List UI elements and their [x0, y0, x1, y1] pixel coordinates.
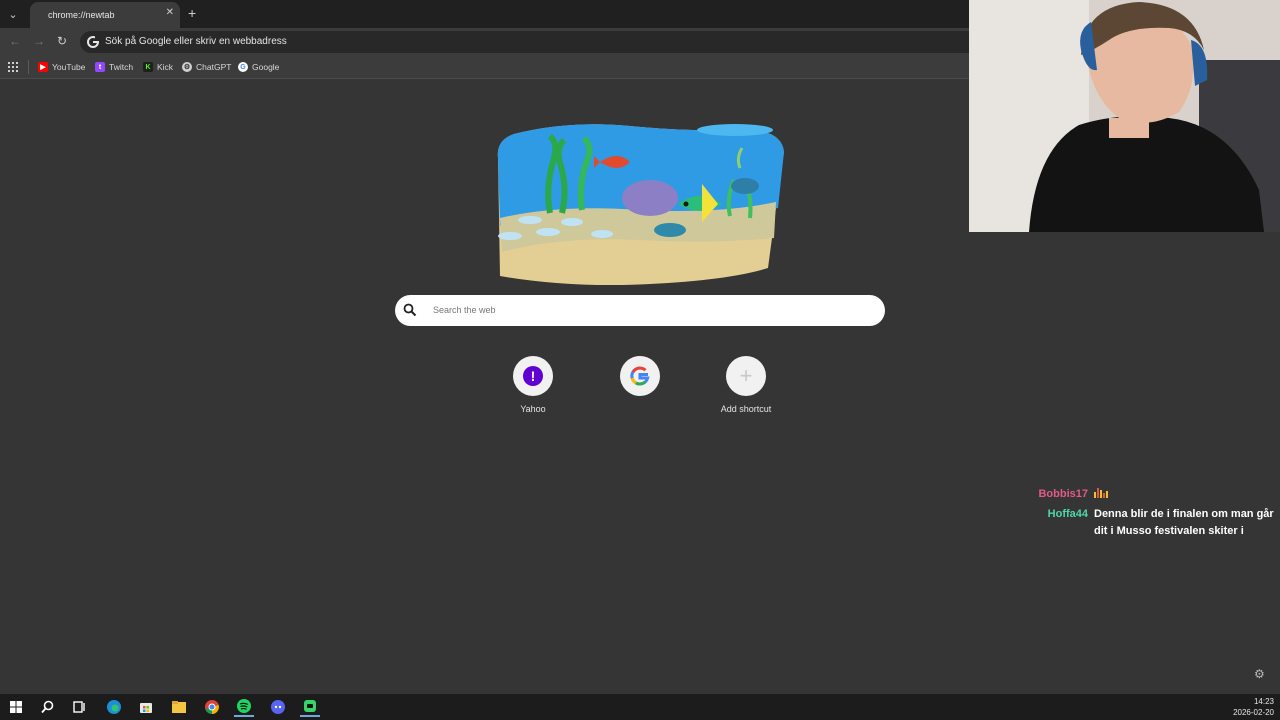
shortcut-label: Yahoo — [520, 404, 546, 414]
google-icon — [630, 366, 650, 386]
bookmarks-divider — [28, 60, 29, 74]
file-explorer-icon[interactable] — [169, 697, 189, 717]
gear-icon[interactable]: ⚙ — [1254, 667, 1265, 681]
chat-text — [1094, 486, 1274, 504]
search-placeholder: Search the web — [433, 305, 496, 315]
bookmark-kick[interactable]: K Kick — [143, 60, 173, 74]
twitch-icon: t — [95, 62, 105, 72]
search-icon[interactable] — [38, 697, 58, 717]
shortcut-yahoo[interactable]: ! Yahoo — [493, 356, 573, 415]
close-icon[interactable]: ✕ — [166, 8, 174, 18]
bookmark-label: Google — [252, 62, 280, 72]
bookmark-label: ChatGPT — [196, 62, 232, 72]
search-box[interactable]: Search the web — [395, 295, 885, 326]
aquarium-doodle-image[interactable] — [490, 118, 790, 290]
google-icon — [87, 36, 100, 48]
clock-date: 2026-02-20 — [1233, 708, 1274, 717]
shortcut-tile — [620, 356, 660, 396]
spotify-icon[interactable] — [234, 697, 254, 717]
windows-taskbar: 14:23 2026-02-20 — [0, 694, 1280, 720]
chat-username: Bobbis17 — [1038, 488, 1088, 500]
discord-icon[interactable] — [268, 697, 288, 717]
tab-search-button[interactable]: ⌄ — [4, 5, 22, 23]
system-clock[interactable]: 14:23 2026-02-20 — [1233, 696, 1274, 718]
stream-chat-overlay: Bobbis17 Hoffa44 Denna blir de i finalen… — [1000, 486, 1280, 542]
bookmark-label: Kick — [157, 62, 174, 72]
equalizer-emote-icon — [1094, 488, 1108, 498]
shortcut-google[interactable] — [600, 356, 680, 415]
new-tab-button[interactable]: + — [188, 5, 196, 21]
bookmark-chatgpt[interactable]: ⚙ ChatGPT — [182, 60, 231, 74]
chat-message: Hoffa44 Denna blir de i finalen om man g… — [1000, 506, 1280, 540]
bookmark-youtube[interactable]: ▶ YouTube — [38, 60, 85, 74]
chrome-icon[interactable] — [202, 697, 222, 717]
shortcut-tile: ! — [513, 356, 553, 396]
bookmark-label: Twitch — [109, 62, 134, 72]
bookmark-google[interactable]: G Google — [238, 60, 279, 74]
clock-time: 14:23 — [1253, 697, 1274, 706]
svg-text:!: ! — [531, 368, 536, 384]
webcam-overlay-image — [969, 0, 1280, 232]
shortcut-label — [600, 404, 680, 415]
windows-start-icon[interactable] — [6, 697, 26, 717]
tab-title: chrome://newtab — [48, 10, 115, 20]
apps-grid-icon[interactable] — [8, 62, 18, 72]
bookmark-twitch[interactable]: t Twitch — [95, 60, 133, 74]
store-icon[interactable] — [136, 697, 156, 717]
back-icon[interactable]: ← — [9, 35, 21, 47]
task-view-icon[interactable] — [70, 697, 90, 717]
forward-icon[interactable]: → — [33, 35, 45, 47]
bookmark-label: YouTube — [52, 62, 86, 72]
kick-icon: K — [143, 62, 153, 72]
yahoo-icon: ! — [523, 366, 543, 386]
plus-icon: + — [739, 363, 753, 388]
chat-text: Denna blir de i finalen om man går dit i… — [1094, 508, 1274, 537]
edge-icon[interactable] — [104, 697, 124, 717]
omnibox-placeholder: Sök på Google eller skriv en webbadress — [105, 36, 287, 47]
add-shortcut-button[interactable]: + Add shortcut — [706, 356, 786, 415]
chevron-down-icon: ⌄ — [8, 8, 18, 21]
shortcut-label: Add shortcut — [720, 404, 772, 414]
chatgpt-icon: ⚙ — [182, 62, 192, 72]
google-icon: G — [238, 62, 248, 72]
reload-icon[interactable]: ↻ — [57, 35, 67, 47]
search-icon — [403, 303, 417, 317]
app-icon[interactable] — [300, 697, 320, 717]
omnibox[interactable]: Sök på Google eller skriv en webbadress — [80, 31, 980, 53]
tab-newtab[interactable]: chrome://newtab ✕ — [30, 2, 180, 28]
youtube-icon: ▶ — [38, 62, 48, 72]
chat-message: Bobbis17 — [1000, 486, 1280, 504]
shortcut-tile: + — [726, 356, 766, 396]
chat-username: Hoffa44 — [1047, 508, 1088, 520]
